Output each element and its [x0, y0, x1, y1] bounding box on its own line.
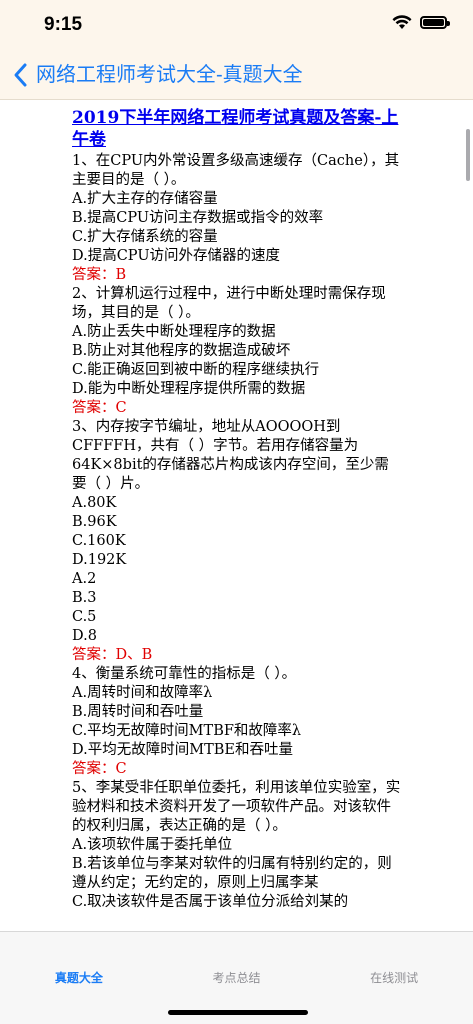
question-line: D.192K [72, 552, 127, 568]
question-line: A.2 [72, 571, 97, 587]
question-line: 3、内存按字节编址，地址从AOOOOH到CFFFFH，共有（ ）字节。若用存储容… [72, 419, 389, 492]
back-button[interactable]: 网络工程师考试大全-真题大全 [10, 60, 303, 90]
question-line: D.能为中断处理程序提供所需的数据 [72, 381, 306, 397]
question-line: C.扩大存储系统的容量 [72, 229, 218, 245]
tab-bar: 真题大全 考点总结 在线测试 [0, 931, 473, 1024]
battery-icon [420, 16, 450, 29]
status-time: 9:15 [44, 14, 83, 35]
answer-line: 答案：D、B [72, 647, 153, 663]
question-line: A.周转时间和故障率λ [72, 685, 213, 701]
question-line: B.提高CPU访问主存数据或指令的效率 [72, 210, 324, 226]
question-line: D.提高CPU访问外存储器的速度 [72, 248, 281, 264]
question-line: A.防止丢失中断处理程序的数据 [72, 324, 276, 340]
status-icons [392, 15, 450, 30]
article-body: 1、在CPU内外常设置多级高速缓存（Cache），其主要目的是（ ）。 A.扩大主… [72, 152, 402, 912]
page-title: 网络工程师考试大全-真题大全 [36, 64, 303, 86]
tab-online-test[interactable]: 在线测试 [315, 932, 473, 1024]
question-line: B.96K [72, 514, 117, 530]
question-line: C.5 [72, 609, 97, 625]
question-line: 5、李某受非任职单位委托，利用该单位实验室，实验材料和技术资料开发了一项软件产品… [72, 780, 401, 834]
question-line: C.平均无故障时间MTBF和故障率λ [72, 723, 302, 739]
question-line: B.防止对其他程序的数据造成破坏 [72, 343, 291, 359]
answer-line: 答案：C [72, 761, 127, 777]
question-line: 2、计算机运行过程中，进行中断处理时需保存现场，其目的是（ ）。 [72, 286, 386, 321]
tab-exam-questions[interactable]: 真题大全 [0, 932, 158, 1024]
question-line: D.8 [72, 628, 97, 644]
question-line: B.周转时间和吞吐量 [72, 704, 204, 720]
answer-line: 答案：B [72, 267, 127, 283]
question-line: B.若该单位与李某对软件的归属有特别约定的，则遵从约定；无约定的，原则上归属李某 [72, 856, 392, 891]
question-line: A.80K [72, 495, 117, 511]
article: 2019下半年网络工程师考试真题及答案-上午卷 1、在CPU内外常设置多级高速缓… [72, 107, 402, 912]
answer-line: 答案：C [72, 400, 127, 416]
question-line: A.该项软件属于委托单位 [72, 837, 233, 853]
question-line: 1、在CPU内外常设置多级高速缓存（Cache），其主要目的是（ ）。 [72, 153, 400, 188]
question-line: C.能正确返回到被中断的程序继续执行 [72, 362, 320, 378]
question-line: 4、衡量系统可靠性的指标是（ ）。 [72, 666, 297, 682]
status-bar: 9:15 [0, 0, 473, 52]
wifi-icon [392, 15, 412, 29]
article-view[interactable]: 2019下半年网络工程师考试真题及答案-上午卷 1、在CPU内外常设置多级高速缓… [0, 101, 473, 931]
question-line: A.扩大主存的存储容量 [72, 191, 218, 207]
navigation-bar: 网络工程师考试大全-真题大全 [0, 52, 473, 100]
home-indicator [168, 1010, 308, 1015]
question-line: C.取决该软件是否属于该单位分派给刘某的 [72, 894, 349, 910]
article-title-link[interactable]: 2019下半年网络工程师考试真题及答案-上午卷 [72, 107, 402, 151]
scrollbar-thumb[interactable] [466, 129, 470, 181]
question-line: C.160K [72, 533, 126, 549]
chevron-left-icon [14, 63, 27, 87]
question-line: D.平均无故障时间MTBE和吞吐量 [72, 742, 293, 758]
question-line: B.3 [72, 590, 97, 606]
